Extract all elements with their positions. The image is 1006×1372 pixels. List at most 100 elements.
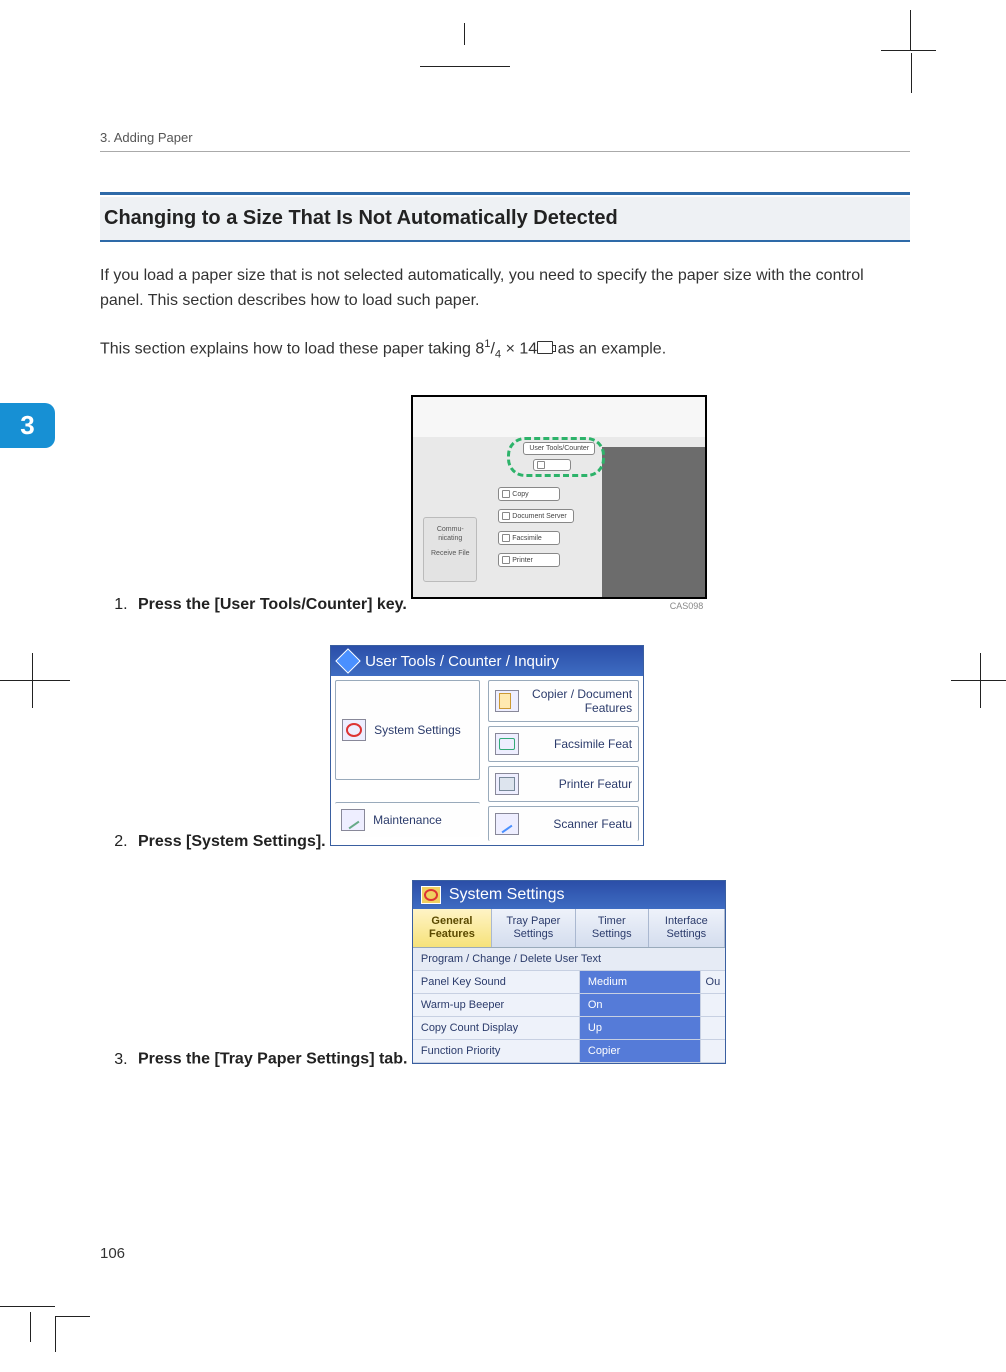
document-icon [502, 512, 510, 520]
fig3-tabs: General Features Tray Paper Settings Tim… [413, 909, 725, 947]
fig3-row-3[interactable]: Copy Count Display Up [413, 1017, 725, 1040]
fig2-system-settings-label: System Settings [374, 723, 461, 737]
fig2-printer-label: Printer Featur [527, 777, 632, 791]
copier-icon [495, 690, 519, 712]
fig1-fax-key: Facsimile [498, 531, 560, 545]
step-2-text: Press [System Settings]. [138, 833, 326, 850]
crop-mark-left-v [32, 653, 33, 708]
step-3-text: Press the [Tray Paper Settings] tab. [138, 1051, 407, 1068]
fig1-copy-label: Copy [512, 491, 528, 498]
fig3-row3-key: Copy Count Display [413, 1017, 580, 1039]
scanner-icon [495, 813, 519, 835]
intro-paragraph-2: This section explains how to load these … [100, 336, 910, 364]
intro-p2-a: This section explains how to load these … [100, 340, 484, 357]
system-settings-icon [342, 719, 366, 741]
crop-mark-tr2 [911, 53, 941, 83]
tab-timer-settings[interactable]: Timer Settings [576, 909, 649, 946]
figure-1-image: Commu- nicating Receive File User Tools/… [411, 395, 707, 599]
fig1-copy-key: Copy [498, 487, 560, 501]
fig3-row1-val: Medium [580, 971, 700, 993]
tab-interface-settings[interactable]: Interface Settings [649, 909, 725, 946]
fig1-ds-label: Document Server [512, 513, 566, 520]
printer-icon [502, 556, 510, 564]
fig1-commu-label-b: nicating [424, 535, 476, 542]
step-3: Press the [Tray Paper Settings] tab. Sys… [132, 868, 910, 1071]
fig2-printer-button[interactable]: Printer Featur [488, 766, 639, 802]
intro-paragraph-1: If you load a paper size that is not sel… [100, 264, 910, 314]
fig2-col-right: Copier / Document Features Facsimile Fea… [484, 676, 643, 845]
fax-features-icon [495, 733, 519, 755]
section-title: Changing to a Size That Is Not Automatic… [100, 197, 910, 242]
wrench-icon [341, 809, 365, 831]
fig1-receive-label: Receive File [424, 550, 476, 557]
fig3-row4-key: Function Priority [413, 1040, 580, 1062]
copy-icon [502, 490, 510, 498]
fig3-row2-val: On [580, 994, 700, 1016]
figure-1-caption: CAS098 [411, 601, 707, 611]
fig3-row-header[interactable]: Program / Change / Delete User Text [413, 948, 725, 971]
fig1-docserver-key: Document Server [498, 509, 574, 523]
crop-mark-left-h [0, 680, 70, 681]
fig3-row4-val: Copier [580, 1040, 700, 1062]
fig3-row2-key: Warm-up Beeper [413, 994, 580, 1016]
fig3-row4-extra [700, 1040, 725, 1062]
crop-mark-bl2v [55, 1317, 56, 1352]
fig1-usertools-label: User Tools/Counter [529, 445, 589, 452]
fig2-system-settings-button[interactable]: System Settings [335, 680, 480, 780]
crop-mark-bl2h [55, 1316, 90, 1317]
fig2-scanner-label: Scanner Featu [527, 817, 632, 831]
fig2-copier-button[interactable]: Copier / Document Features [488, 680, 639, 722]
fig3-row2-extra [700, 994, 725, 1016]
steps-list: Press the [User Tools/Counter] key. Comm… [100, 383, 910, 1071]
fig2-title: User Tools / Counter / Inquiry [365, 653, 559, 670]
fig3-title: System Settings [449, 886, 565, 904]
fig1-printer-key: Printer [498, 553, 560, 567]
fax-icon [502, 534, 510, 542]
step-1: Press the [User Tools/Counter] key. Comm… [132, 383, 910, 619]
tab-tray-paper-settings[interactable]: Tray Paper Settings [492, 909, 576, 946]
fig3-row-4[interactable]: Function Priority Copier [413, 1040, 725, 1063]
chapter-tab: 3 [0, 403, 55, 448]
crop-mark-tr [881, 10, 911, 70]
fig2-fax-button[interactable]: Facsimile Feat [488, 726, 639, 762]
fig1-small-key [533, 459, 571, 471]
crop-marks-top [0, 33, 1006, 63]
fig1-commu-label-a: Commu- [424, 526, 476, 533]
fig2-grid: System Settings Maintenance Copier / Doc… [331, 676, 643, 845]
fig3-row1-key: Panel Key Sound [413, 971, 580, 993]
tab-general-features[interactable]: General Features [413, 909, 492, 946]
fig3-row3-extra [700, 1017, 725, 1039]
head-rule [100, 151, 910, 152]
fig3-row-1[interactable]: Panel Key Sound Medium Ou [413, 971, 725, 994]
fig3-row1-extra: Ou [700, 971, 725, 993]
diamond-icon [335, 649, 360, 674]
figure-3-screen: System Settings General Features Tray Pa… [412, 880, 726, 1063]
intro-p2-b: as an example. [553, 340, 666, 357]
fig2-copier-label: Copier / Document Features [527, 687, 632, 715]
crop-mark-right-h [951, 680, 1006, 681]
system-settings-title-icon [421, 886, 441, 904]
landscape-icon [537, 341, 553, 354]
fig3-row-2[interactable]: Warm-up Beeper On [413, 994, 725, 1017]
fig1-dark-area [602, 447, 705, 597]
intro-p2-mid: × 14 [501, 340, 537, 357]
section-topbar [100, 192, 910, 195]
fig1-usertools-key: User Tools/Counter [523, 442, 595, 455]
fig2-maintenance-button[interactable]: Maintenance [335, 802, 480, 837]
step-2: Press [System Settings]. User Tools / Co… [132, 633, 910, 854]
fig1-prn-label: Printer [512, 557, 533, 564]
fig1-fax-label: Facsimile [512, 535, 542, 542]
running-head: 3. Adding Paper [100, 130, 910, 145]
printer-features-icon [495, 773, 519, 795]
figure-2-screen: User Tools / Counter / Inquiry System Se… [330, 645, 644, 846]
fig1-side-panel: Commu- nicating Receive File [423, 517, 477, 582]
fig3-titlebar: System Settings [413, 881, 725, 909]
fig2-col-left: System Settings Maintenance [331, 676, 484, 845]
fig2-fax-label: Facsimile Feat [527, 737, 632, 751]
figure-3: System Settings General Features Tray Pa… [412, 880, 726, 1063]
step-1-text: Press the [User Tools/Counter] key. [138, 596, 407, 613]
crop-mark-bl [0, 1272, 60, 1342]
figure-1: Commu- nicating Receive File User Tools/… [411, 395, 707, 611]
fig2-scanner-button[interactable]: Scanner Featu [488, 806, 639, 841]
fig2-maintenance-label: Maintenance [373, 813, 442, 827]
